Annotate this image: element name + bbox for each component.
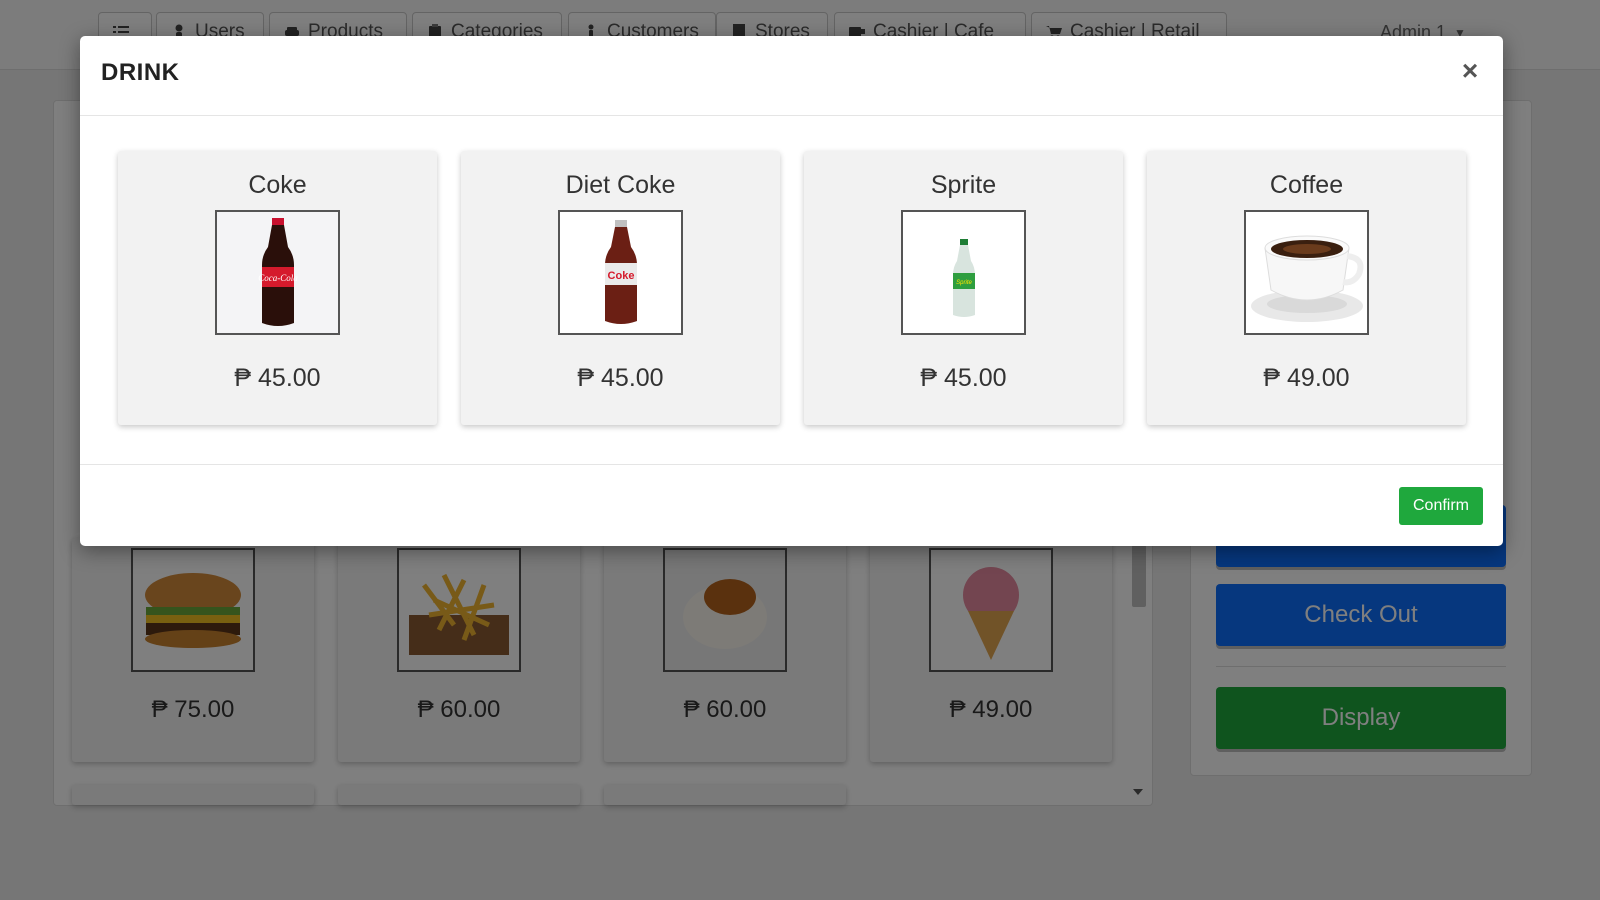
- close-button[interactable]: ×: [1455, 56, 1485, 86]
- drink-card-coffee[interactable]: Coffee ₱ 49.00: [1147, 151, 1466, 425]
- drink-name: Coke: [248, 171, 307, 199]
- sprite-bottle-image: Sprite: [901, 210, 1026, 335]
- drink-card-diet-coke[interactable]: Diet Coke Coke ₱ 45.00: [461, 151, 780, 425]
- confirm-button[interactable]: Confirm: [1399, 487, 1483, 525]
- drink-modal: DRINK × Coke Coca-Cola ₱ 45.00 Diet Coke…: [80, 36, 1503, 546]
- drink-name: Diet Coke: [565, 171, 676, 199]
- drink-name: Sprite: [930, 171, 997, 199]
- coffee-cup-image: [1244, 210, 1369, 335]
- diet-coke-bottle-image: Coke: [558, 210, 683, 335]
- modal-title: DRINK: [101, 59, 180, 86]
- svg-text:Coca-Cola: Coca-Cola: [258, 273, 298, 283]
- svg-text:Coke: Coke: [607, 270, 634, 282]
- drink-price: ₱ 45.00: [577, 364, 664, 392]
- drink-card-coke[interactable]: Coke Coca-Cola ₱ 45.00: [118, 151, 437, 425]
- modal-footer: Confirm: [80, 464, 1503, 546]
- drink-price: ₱ 45.00: [920, 364, 1007, 392]
- coke-bottle-image: Coca-Cola: [215, 210, 340, 335]
- modal-header: DRINK ×: [80, 36, 1503, 116]
- drink-price: ₱ 45.00: [234, 364, 321, 392]
- drink-price: ₱ 49.00: [1263, 364, 1350, 392]
- drink-card-sprite[interactable]: Sprite Sprite ₱ 45.00: [804, 151, 1123, 425]
- svg-text:Sprite: Sprite: [956, 280, 972, 286]
- drink-name: Coffee: [1269, 171, 1344, 199]
